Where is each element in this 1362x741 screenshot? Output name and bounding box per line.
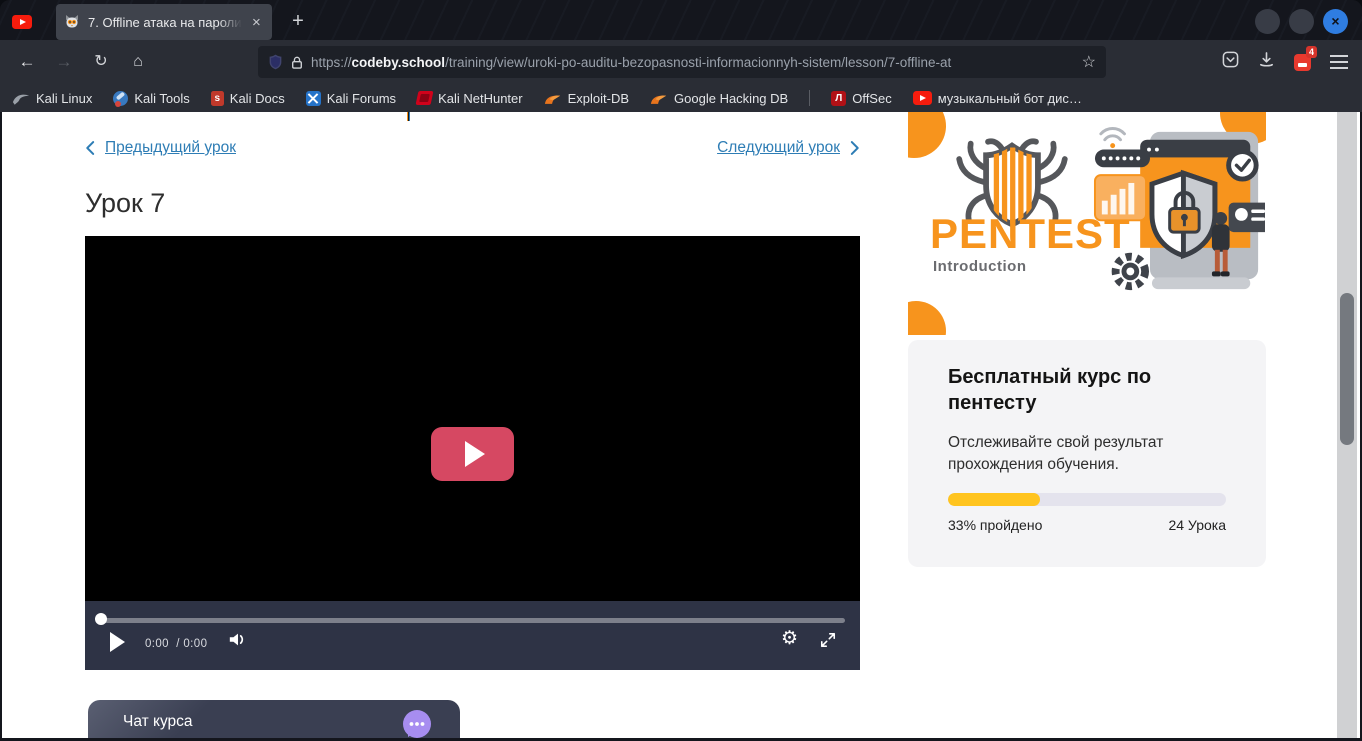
bookmark-kali-forums[interactable]: Kali Forums <box>306 91 396 106</box>
course-illustration <box>1093 114 1265 306</box>
bookmark-kali-tools[interactable]: Kali Tools <box>113 91 189 106</box>
maximize-button[interactable] <box>1289 9 1314 34</box>
chevron-right-icon <box>850 140 860 156</box>
kali-tools-icon <box>113 91 128 106</box>
tracking-protection-shield-icon[interactable] <box>268 54 283 70</box>
minimize-button[interactable] <box>1255 9 1280 34</box>
pocket-save-icon[interactable] <box>1222 51 1239 73</box>
bookmark-kali-nethunter[interactable]: Kali NetHunter <box>417 91 523 106</box>
navigation-toolbar: ← → ↻ ⌂ https://codeby.school/training/v… <box>0 40 1362 84</box>
window-controls: × <box>1255 9 1348 34</box>
titlebar: 7. Offline атака на пароли × + × <box>0 0 1362 40</box>
bookmark-star-icon[interactable]: ☆ <box>1082 52 1096 72</box>
bookmarks-bar: Kali Linux Kali Tools s Kali Docs Kali F… <box>0 84 1362 112</box>
url-bar[interactable]: https://codeby.school/training/view/urok… <box>258 46 1106 78</box>
orange-decor-circle <box>908 301 946 335</box>
url-protocol: https:// <box>311 55 352 70</box>
bookmark-offsec[interactable]: Л OffSec <box>831 91 892 106</box>
video-progress-bar[interactable] <box>100 618 845 623</box>
settings-gear-icon[interactable]: ⚙ <box>781 629 798 648</box>
youtube-icon <box>913 91 932 105</box>
big-play-button[interactable] <box>431 427 514 481</box>
course-banner: PENTEST Introduction <box>908 112 1266 335</box>
scrollbar-track[interactable] <box>1337 112 1357 738</box>
extension-badge: 4 <box>1306 46 1317 58</box>
downloads-icon[interactable] <box>1258 51 1275 73</box>
chat-bubble-icon[interactable] <box>402 709 432 738</box>
orange-decor-circle <box>908 112 946 158</box>
next-lesson-link[interactable]: Следующий урок <box>717 139 860 157</box>
lessons-count-label: 24 Урока <box>1168 517 1226 533</box>
google-hacking-db-bird-icon <box>650 92 668 105</box>
video-controls-bar: 0:00 / 0:00 ⚙ <box>85 601 860 670</box>
play-icon[interactable] <box>110 632 125 652</box>
lock-icon[interactable] <box>291 55 303 70</box>
page-content: Предыдущий урок Следующий урок Урок 7 0:… <box>2 112 1360 738</box>
course-chat-panel[interactable]: Чат курса <box>88 700 460 738</box>
pinned-tab-youtube[interactable] <box>12 15 32 29</box>
clipped-page-title-fragment <box>407 112 410 121</box>
card-description: Отслеживайте свой результат прохождения … <box>948 432 1226 476</box>
progress-fill <box>948 493 1040 506</box>
menu-hamburger-icon[interactable] <box>1330 55 1348 57</box>
url-text[interactable]: https://codeby.school/training/view/urok… <box>311 55 1076 70</box>
back-button[interactable]: ← <box>12 47 42 77</box>
bookmark-google-hacking-db[interactable]: Google Hacking DB <box>650 91 788 106</box>
progress-percent-label: 33% пройдено <box>948 517 1042 533</box>
course-progress-card: Бесплатный курс по пентесту Отслеживайте… <box>908 340 1266 567</box>
bookmarks-separator <box>809 90 810 106</box>
url-path: /training/view/uroki-po-auditu-bezopasno… <box>445 55 951 70</box>
kali-docs-icon: s <box>211 91 224 106</box>
adblock-extension-icon[interactable]: 4 <box>1294 54 1311 71</box>
forward-button[interactable]: → <box>49 47 79 77</box>
tab-title: 7. Offline атака на пароли <box>88 15 246 30</box>
card-title: Бесплатный курс по пентесту <box>948 364 1226 417</box>
active-tab[interactable]: 7. Offline атака на пароли × <box>56 4 272 40</box>
brand-subtitle: Introduction <box>933 258 1026 275</box>
scrollbar-thumb[interactable] <box>1340 293 1354 445</box>
kali-linux-icon <box>12 91 30 106</box>
browser-window: 7. Offline атака на пароли × + × ← → ↻ ⌂… <box>0 0 1362 741</box>
volume-icon[interactable] <box>228 631 248 653</box>
bookmark-exploit-db[interactable]: Exploit-DB <box>544 91 629 106</box>
video-player[interactable]: 0:00 / 0:00 ⚙ <box>85 236 860 670</box>
kali-forums-icon <box>306 91 321 106</box>
close-button[interactable]: × <box>1323 9 1348 34</box>
chat-title: Чат курса <box>123 713 193 731</box>
home-button[interactable]: ⌂ <box>123 47 153 77</box>
chevron-left-icon <box>85 140 95 156</box>
exploit-db-bird-icon <box>544 92 562 105</box>
tab-close-icon[interactable]: × <box>252 15 261 30</box>
url-domain: codeby.school <box>352 55 446 70</box>
previous-lesson-link[interactable]: Предыдущий урок <box>85 139 236 157</box>
kali-nethunter-icon <box>416 91 434 105</box>
offsec-icon: Л <box>831 91 846 106</box>
codeby-favicon-icon <box>64 14 80 30</box>
new-tab-button[interactable]: + <box>284 8 312 36</box>
reload-button[interactable]: ↻ <box>86 47 116 77</box>
video-progress-handle[interactable] <box>95 613 107 625</box>
bookmark-music-bot[interactable]: музыкальный бот дис… <box>913 91 1082 106</box>
video-time: 0:00 / 0:00 <box>145 638 207 650</box>
bookmark-kali-docs[interactable]: s Kali Docs <box>211 91 285 106</box>
toolbar-right-icons: 4 <box>1222 47 1348 77</box>
fullscreen-icon[interactable] <box>820 632 836 653</box>
page-title: Урок 7 <box>85 188 165 219</box>
progress-bar-track <box>948 493 1226 506</box>
bookmark-kali-linux[interactable]: Kali Linux <box>12 91 92 106</box>
